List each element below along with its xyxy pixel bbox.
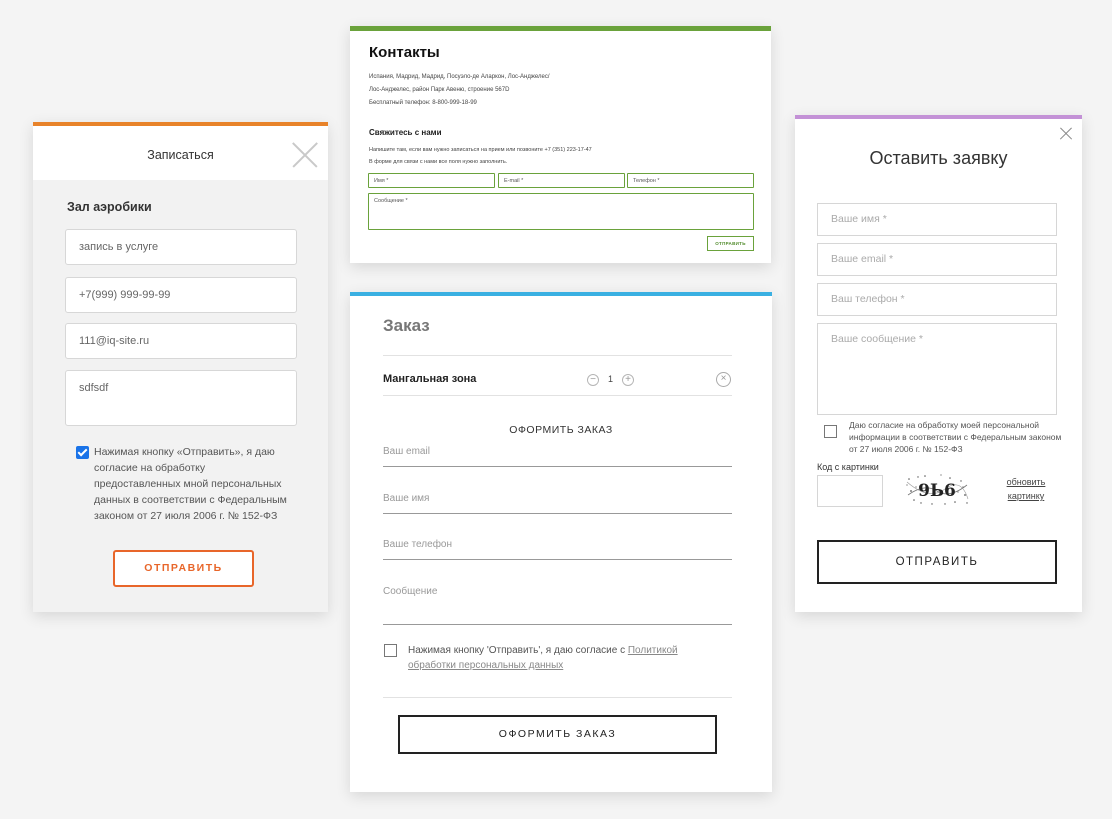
section-title: Зал аэробики — [67, 200, 152, 214]
email-field[interactable]: 111@iq-site.ru — [65, 323, 297, 359]
input-underline — [383, 513, 732, 514]
order-form: Заказ Мангальная зона − 1 + × ОФОРМИТЬ З… — [350, 292, 772, 792]
plus-icon[interactable]: + — [622, 374, 634, 386]
submit-button[interactable]: ОТПРАВИТЬ — [707, 236, 754, 251]
email-input[interactable]: Ваш email — [383, 446, 430, 457]
message-field[interactable]: Сообщение * — [368, 193, 754, 230]
place-order-button[interactable]: ОФОРМИТЬ ЗАКАЗ — [398, 715, 717, 754]
service-field[interactable]: запись в услуге — [65, 229, 297, 265]
request-modal: Оставить заявку Ваше имя * Ваше email * … — [795, 115, 1082, 612]
captcha-text: 9Ь6 — [918, 481, 956, 501]
form-note: В форме для связи с нами все поля нужно … — [369, 159, 508, 165]
captcha-label: Код с картинки — [817, 462, 879, 472]
phone-input[interactable]: Ваше телефон — [383, 539, 452, 550]
section-title: ОФОРМИТЬ ЗАКАЗ — [509, 424, 613, 436]
message-input[interactable]: Ваше сообщение * — [817, 323, 1057, 415]
phone-field[interactable]: +7(999) 999-99-99 — [65, 277, 297, 313]
consent-text: Даю согласие на обработку моей персональ… — [849, 420, 1062, 454]
page-title: Заказ — [383, 316, 430, 335]
address-line-2: Лос-Анджелес, район Парк Авеню, строение… — [369, 87, 510, 93]
consent-text: Нажимая кнопку «Отправить», я даю соглас… — [94, 446, 287, 522]
consent-checkbox[interactable] — [76, 446, 89, 459]
phone-input[interactable]: Ваш телефон * — [817, 283, 1057, 316]
close-icon[interactable] — [1060, 128, 1072, 140]
message-input[interactable]: Сообщение — [383, 586, 437, 597]
input-underline — [383, 466, 732, 467]
email-input[interactable]: Ваше email * — [817, 243, 1057, 276]
remove-icon[interactable]: × — [716, 372, 731, 387]
signup-modal: Записаться Зал аэробики запись в услуге … — [33, 122, 328, 612]
consent-checkbox[interactable] — [384, 644, 397, 657]
modal-title: Записаться — [147, 148, 214, 162]
section-title: Свяжитесь с нами — [369, 128, 442, 137]
page-title: Контакты — [369, 44, 440, 61]
divider — [383, 395, 732, 396]
consent-text: Нажимая кнопку 'Отправить', я даю соглас… — [408, 645, 678, 671]
name-input[interactable]: Ваше имя — [383, 493, 429, 504]
contacts-form: Контакты Испания, Мадрид, Мадрид, Посуэл… — [350, 26, 771, 263]
message-field[interactable]: sdfsdf — [65, 370, 297, 426]
address-line-1: Испания, Мадрид, Мадрид, Посуэло-де Алар… — [369, 74, 550, 80]
name-input[interactable]: Ваше имя * — [817, 203, 1057, 236]
submit-button[interactable]: ОТПРАВИТЬ — [817, 540, 1057, 584]
captcha-image: 9Ь6 — [905, 473, 969, 507]
minus-icon[interactable]: − — [587, 374, 599, 386]
quantity-value: 1 — [608, 374, 614, 384]
name-field[interactable]: Имя * — [368, 173, 495, 188]
phone-field[interactable]: Телефон * — [627, 173, 754, 188]
cart-item-name: Мангальная зона — [383, 373, 477, 385]
captcha-input[interactable] — [817, 475, 883, 507]
input-underline — [383, 624, 732, 625]
refresh-captcha-link[interactable]: обновить картинку — [997, 475, 1055, 503]
input-underline — [383, 559, 732, 560]
close-icon[interactable] — [292, 142, 318, 168]
modal-title: Оставить заявку — [869, 148, 1008, 168]
consent-checkbox[interactable] — [824, 425, 837, 438]
phone-line: Бесплатный телефон: 8-800-999-18-99 — [369, 100, 477, 106]
divider — [383, 355, 732, 356]
divider — [383, 697, 732, 698]
modal-header: Записаться — [33, 126, 328, 180]
email-field[interactable]: E-mail * — [498, 173, 625, 188]
submit-button[interactable]: ОТПРАВИТЬ — [113, 550, 254, 587]
contact-text: Напишите там, если вам нужно записаться … — [369, 147, 592, 153]
